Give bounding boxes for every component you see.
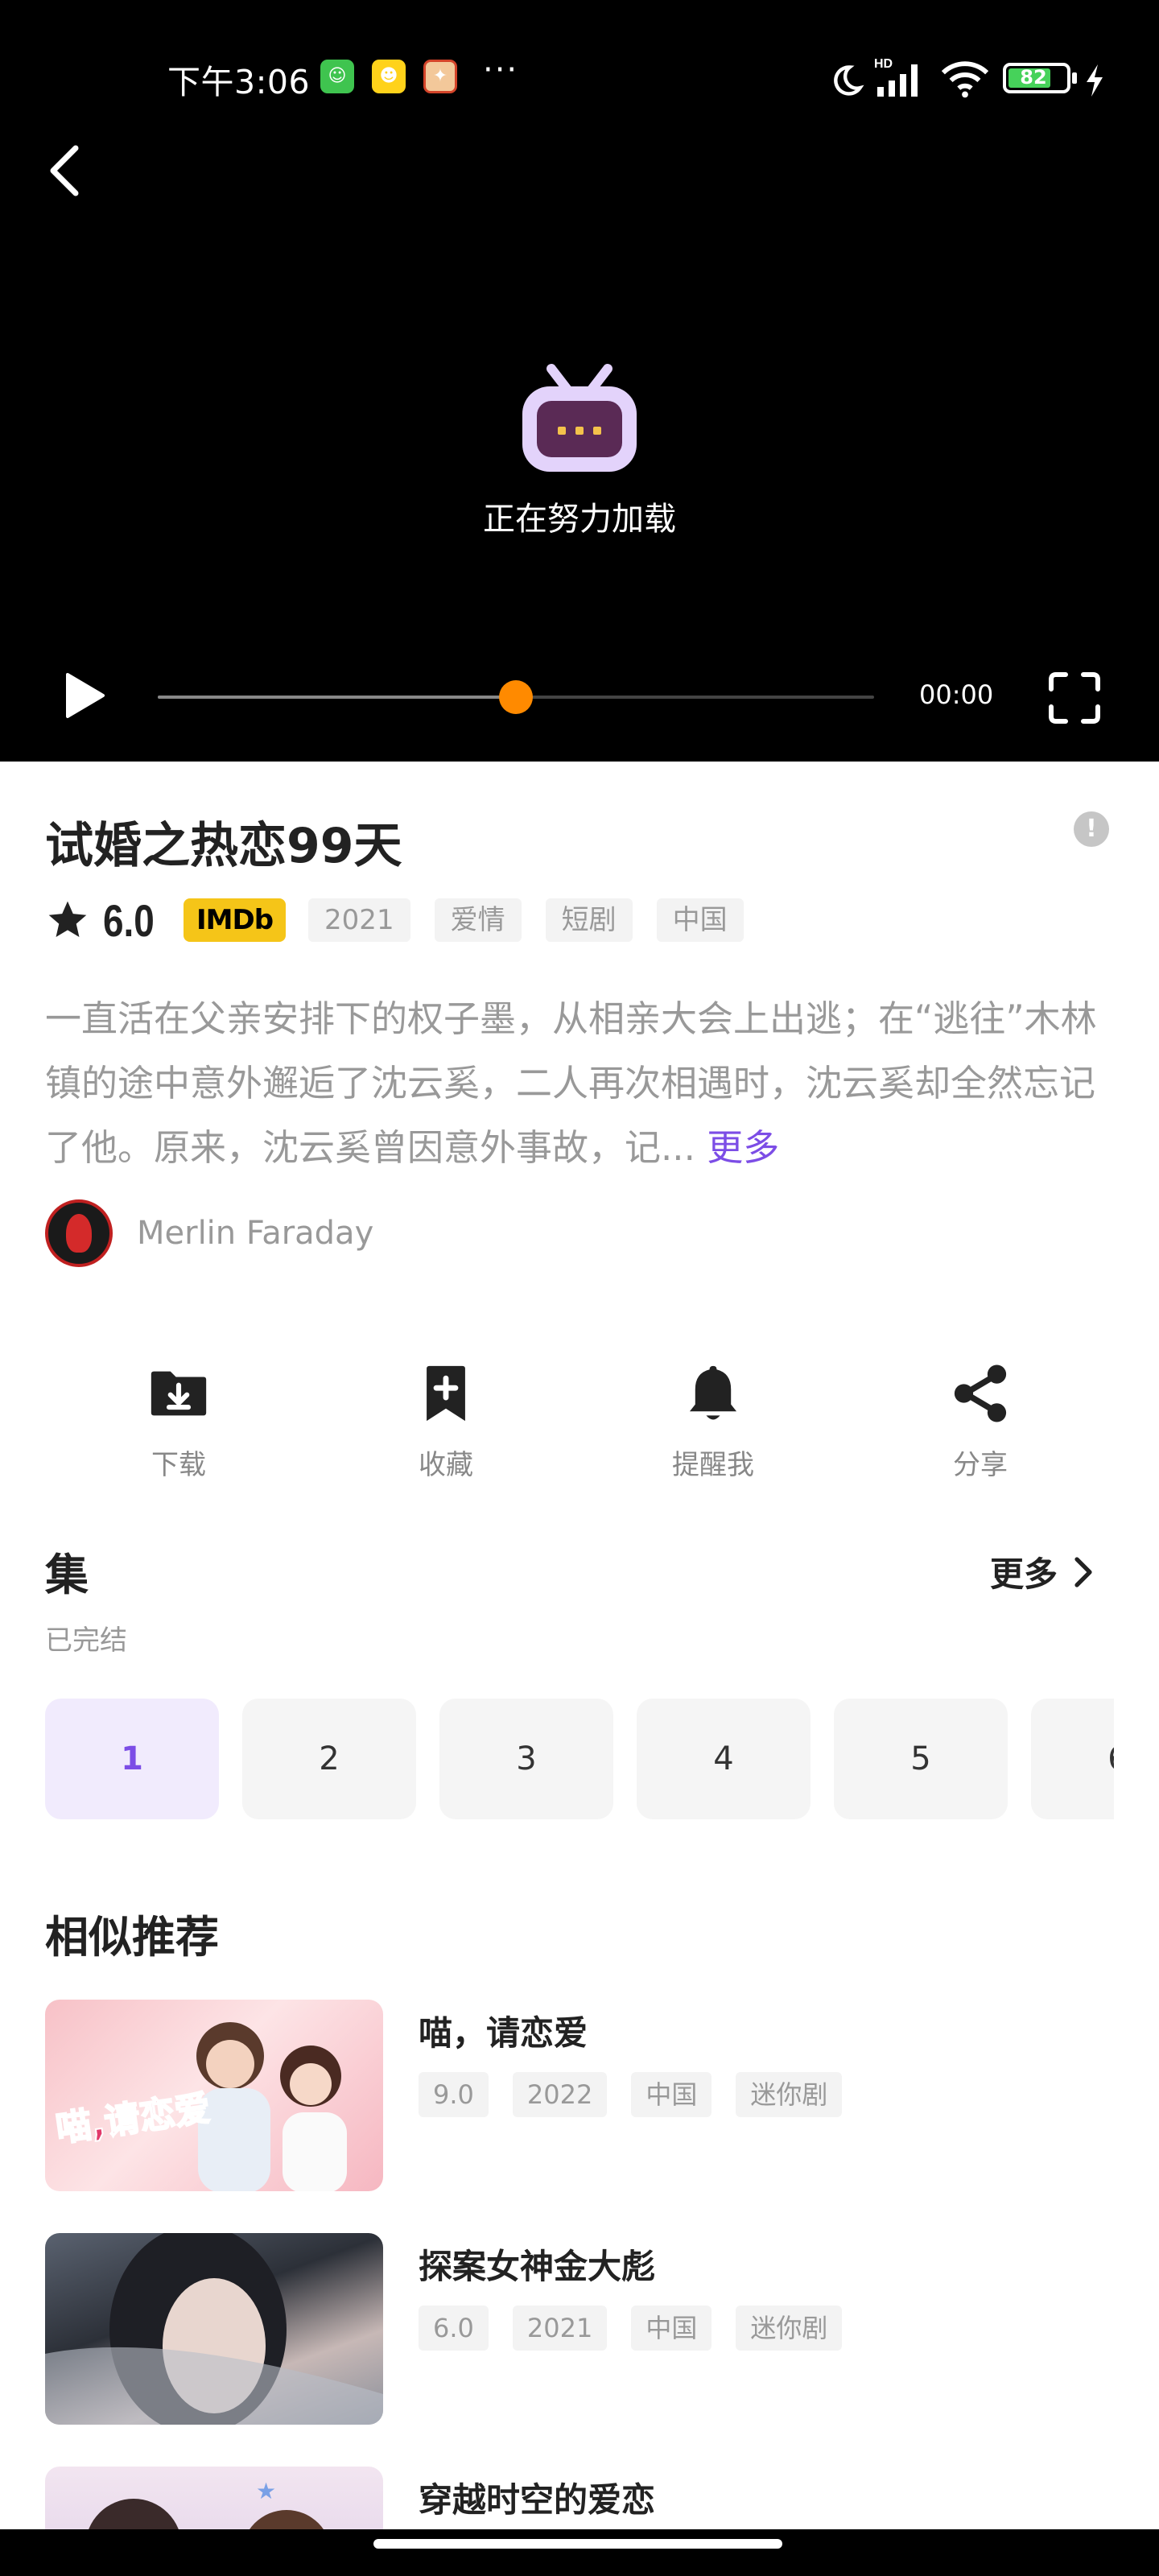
episodes-title: 集 (45, 1550, 89, 1600)
battery-level: 82 (1020, 66, 1047, 89)
tag-format: 短剧 (545, 898, 633, 942)
status-bar: 下午3:06 ☺ ☻ ✦ ··· HD 82 (0, 48, 1159, 106)
app-notification-icon: ☻ (372, 60, 406, 93)
episode-button-2[interactable]: 2 (242, 1699, 416, 1819)
player-controls: 00:00 (0, 660, 1159, 733)
avatar (45, 1199, 113, 1267)
info-icon[interactable]: ! (1074, 811, 1109, 847)
download-button[interactable]: 下载 (98, 1360, 259, 1482)
more-notifications-icon: ··· (483, 52, 519, 89)
episodes-more-label: 更多 (990, 1554, 1058, 1594)
recommendation-tags: 6.0 2021 中国 迷你剧 (419, 2306, 866, 2351)
episode-button-4[interactable]: 4 (637, 1699, 810, 1819)
navigation-bar (0, 2529, 1159, 2576)
show-title: 试婚之热恋99天 (45, 818, 402, 874)
rec-tag: 2021 (512, 2306, 608, 2351)
moon-icon (834, 65, 864, 96)
poster-art: 喵,请恋爱 (52, 2022, 347, 2191)
recommendation-title: 穿越时空的爱恋 (419, 2480, 656, 2520)
recommendation-item[interactable]: 喵,请恋爱 喵，请恋爱 9.0 2022 中国 迷你剧 (45, 2000, 1116, 2193)
share-button[interactable]: 分享 (900, 1360, 1061, 1482)
video-player[interactable]: 下午3:06 ☺ ☻ ✦ ··· HD 82 正在努力加载 00:00 (0, 0, 1159, 762)
signal-icon: HD (874, 57, 918, 97)
loading-indicator: 正在努力加载 (0, 362, 1159, 539)
back-button[interactable] (39, 138, 90, 203)
svg-text:★: ★ (256, 2478, 276, 2504)
rec-tag: 2022 (512, 2072, 608, 2117)
tag-genre: 爱情 (434, 898, 522, 942)
favorite-label: 收藏 (419, 1449, 473, 1481)
meta-row: 6.0 IMDb 2021 爱情 短剧 中国 (45, 894, 768, 946)
chevron-right-icon (1074, 1556, 1092, 1587)
share-icon (954, 1364, 1007, 1422)
episode-button-6[interactable]: 6 (1031, 1699, 1114, 1819)
tag-year: 2021 (308, 898, 410, 942)
tv-mascot-icon (522, 364, 637, 472)
charging-icon (1087, 64, 1103, 97)
download-folder-icon (151, 1371, 207, 1416)
home-indicator[interactable] (373, 2539, 782, 2549)
rec-tag: 中国 (631, 2306, 712, 2351)
remind-button[interactable]: 提醒我 (633, 1360, 794, 1482)
bookmark-add-icon (427, 1365, 465, 1422)
tag-region: 中国 (656, 898, 744, 942)
status-time: 下午3:06 (167, 63, 311, 101)
remind-label: 提醒我 (672, 1449, 754, 1481)
rec-tag: 迷你剧 (736, 2072, 843, 2117)
progress-bar[interactable] (158, 680, 874, 714)
download-label: 下载 (151, 1449, 206, 1481)
poster-text: 喵,请恋爱 (53, 2088, 212, 2150)
action-bar: 下载 收藏 提醒我 分享 (0, 1360, 1159, 1489)
progress-handle[interactable] (499, 680, 533, 714)
bell-icon (689, 1365, 737, 1420)
rec-tag: 9.0 (419, 2072, 489, 2117)
app-notification-icon: ✦ (423, 60, 457, 93)
poster-image: 喵,请恋爱 (45, 2000, 383, 2191)
episodes-more-button[interactable]: 更多 (990, 1547, 1093, 1596)
episode-button-1[interactable]: 1 (45, 1699, 219, 1819)
recommendation-tags: 9.0 2022 中国 迷你剧 (419, 2072, 866, 2117)
imdb-badge: IMDb (184, 898, 287, 942)
loading-text: 正在努力加载 (483, 501, 676, 538)
rec-tag: 迷你剧 (736, 2306, 843, 2351)
system-icons: HD 82 (821, 55, 1111, 100)
episodes-status: 已完结 (45, 1624, 127, 1657)
rating-value: 6.0 (103, 894, 155, 946)
fullscreen-button[interactable] (1048, 671, 1101, 724)
battery-icon: 82 (1003, 63, 1070, 93)
description-text: 一直活在父亲安排下的权子墨，从相亲大会上出逃；在“逃往”木林镇的途中意外邂逅了沈… (45, 997, 1097, 1169)
star-icon (48, 901, 87, 937)
share-label: 分享 (953, 1449, 1008, 1481)
playback-time: 00:00 (919, 679, 994, 710)
app-notification-icon: ☺ (320, 60, 354, 93)
episode-list: 1 2 3 4 5 6 (45, 1699, 1114, 1821)
poster-image (45, 2233, 383, 2425)
rec-tag: 中国 (631, 2072, 712, 2117)
recommendation-title: 探案女神金大彪 (419, 2247, 656, 2286)
chevron-left-icon (50, 145, 79, 196)
author-row[interactable]: Merlin Faraday (45, 1199, 373, 1267)
episode-button-3[interactable]: 3 (439, 1699, 613, 1819)
favorite-button[interactable]: 收藏 (365, 1360, 526, 1482)
svg-text:HD: HD (874, 57, 893, 71)
poster-art (45, 2233, 383, 2425)
play-button[interactable] (63, 671, 106, 720)
recommendation-title: 喵，请恋爱 (419, 2013, 588, 2053)
wifi-icon (941, 61, 989, 98)
episode-button-5[interactable]: 5 (834, 1699, 1008, 1819)
description-more-link[interactable]: 更多 (707, 1126, 779, 1169)
show-description: 一直活在父亲安排下的权子墨，从相亲大会上出逃；在“逃往”木林镇的途中意外邂逅了沈… (45, 987, 1116, 1180)
author-name: Merlin Faraday (137, 1215, 374, 1252)
rec-tag: 6.0 (419, 2306, 489, 2351)
progress-fill (158, 696, 516, 699)
recommendations-title: 相似推荐 (45, 1912, 219, 1963)
recommendation-item[interactable]: 探案女神金大彪 6.0 2021 中国 迷你剧 (45, 2233, 1116, 2426)
